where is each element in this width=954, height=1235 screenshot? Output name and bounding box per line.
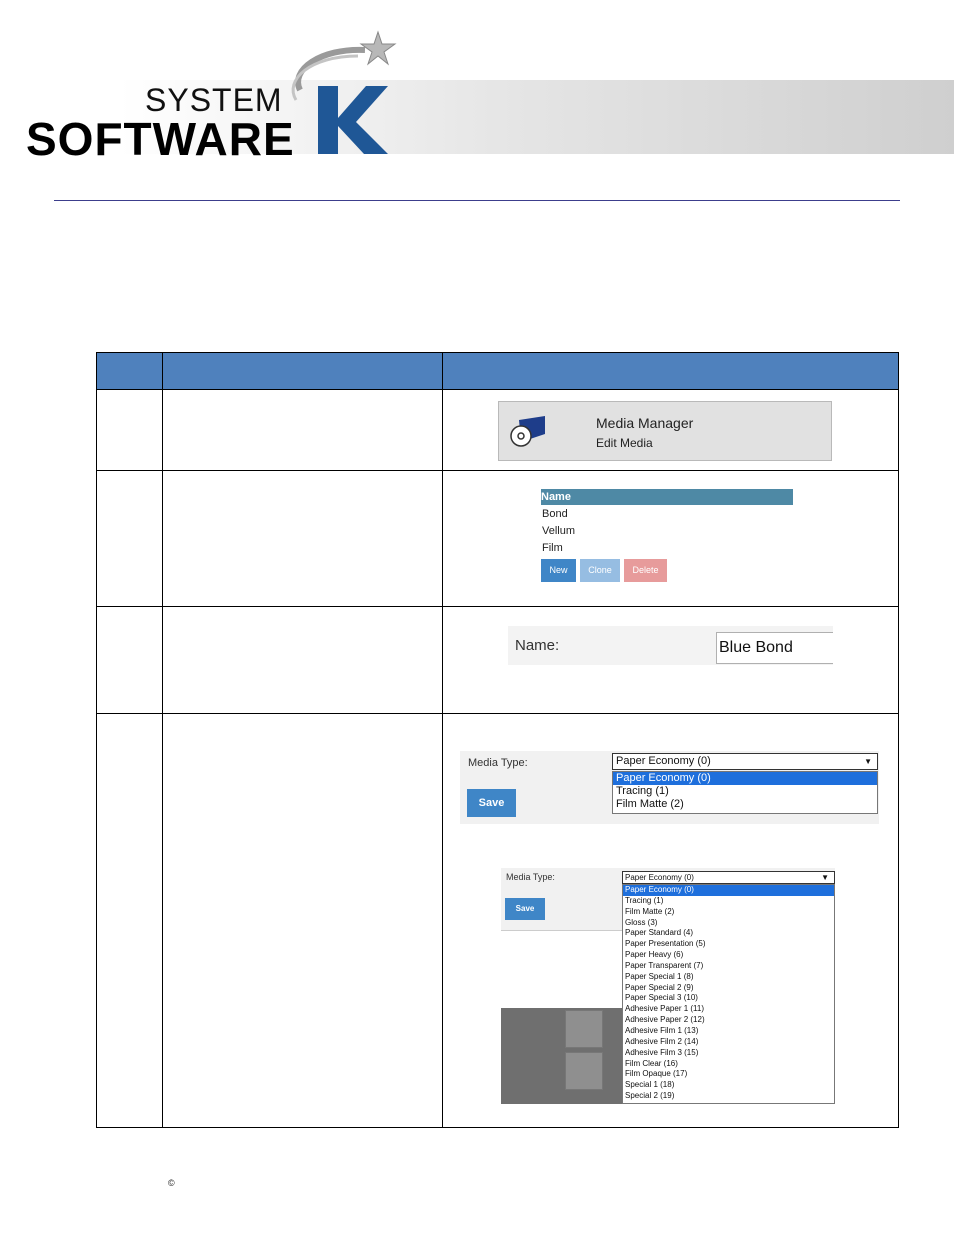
new-button[interactable]: New	[541, 559, 576, 582]
copyright-symbol: ©	[168, 1178, 175, 1188]
option-item[interactable]: Adhesive Paper 1 (11)	[623, 1004, 834, 1015]
option-item[interactable]: Adhesive Film 2 (14)	[623, 1037, 834, 1048]
media-type-label: Media Type:	[506, 872, 555, 882]
selected-value: Paper Economy (0)	[625, 873, 694, 882]
option-item[interactable]: Paper Special 1 (8)	[623, 972, 834, 983]
option-item[interactable]: Film Matte (2)	[613, 798, 877, 811]
media-type-select[interactable]: Paper Economy (0) ▼	[622, 871, 835, 884]
option-item[interactable]: Film Clear (16)	[623, 1059, 834, 1070]
option-item[interactable]: Paper Economy (0)	[623, 885, 834, 896]
option-item[interactable]: Film Matte (2)	[623, 907, 834, 918]
dropdown-caret-icon: ▼	[864, 757, 872, 766]
row-divider	[97, 389, 898, 390]
row-divider	[97, 470, 898, 471]
media-type-panel-full: Media Type: Save Paper Economy (0) ▼ Pap…	[501, 868, 835, 1104]
clone-button[interactable]: Clone	[580, 559, 620, 582]
save-button[interactable]: Save	[505, 898, 545, 920]
dropdown-caret-icon: ▼	[821, 873, 829, 882]
logo-software-text: SOFTWARE	[26, 113, 295, 165]
media-type-panel: Media Type: Paper Economy (0) ▼ Paper Ec…	[460, 751, 879, 824]
option-item[interactable]: Adhesive Paper 2 (12)	[623, 1015, 834, 1026]
delete-button[interactable]: Delete	[624, 559, 667, 582]
media-type-label: Media Type:	[468, 757, 528, 769]
option-item[interactable]: Paper Special 2 (9)	[623, 983, 834, 994]
name-column-header: Name	[541, 489, 793, 505]
name-label: Name:	[515, 637, 560, 654]
option-item[interactable]: Paper Economy (0)	[613, 772, 877, 785]
option-item[interactable]: Paper Special 3 (10)	[623, 993, 834, 1004]
option-item[interactable]: Adhesive Film 3 (15)	[623, 1048, 834, 1059]
printer-envelope-icon[interactable]	[565, 1010, 603, 1048]
save-button[interactable]: Save	[467, 789, 516, 817]
media-type-select[interactable]: Paper Economy (0) ▼	[612, 753, 878, 770]
option-item[interactable]: Gloss (3)	[623, 918, 834, 929]
option-item[interactable]: Adhesive Film 1 (13)	[623, 1026, 834, 1037]
name-field-row: Name: Blue Bond	[508, 626, 833, 665]
name-input[interactable]: Blue Bond	[716, 632, 833, 664]
media-type-options: Paper Economy (0) Tracing (1) Film Matte…	[622, 884, 835, 1104]
tile-title: Media Manager	[596, 415, 694, 431]
media-roll-icon	[510, 416, 545, 447]
option-item[interactable]: Film Opaque (17)	[623, 1069, 834, 1080]
table-header	[97, 353, 898, 389]
fax-envelope-icon[interactable]	[565, 1052, 603, 1090]
option-item[interactable]: Paper Presentation (5)	[623, 939, 834, 950]
logo-k-mark	[291, 30, 397, 154]
row-divider	[97, 713, 898, 714]
option-item[interactable]: Tracing (1)	[613, 785, 877, 798]
media-type-options: Paper Economy (0) Tracing (1) Film Matte…	[612, 771, 878, 814]
header-rule	[54, 200, 900, 201]
option-item[interactable]: Paper Heavy (6)	[623, 950, 834, 961]
row-divider	[97, 606, 898, 607]
tile-subtitle: Edit Media	[596, 436, 653, 450]
list-item[interactable]: Bond	[542, 508, 568, 520]
media-manager-tile[interactable]: Media Manager Edit Media	[498, 401, 832, 461]
list-item[interactable]: Vellum	[542, 525, 575, 537]
selected-value: Paper Economy (0)	[616, 755, 711, 767]
option-item[interactable]: Paper Transparent (7)	[623, 961, 834, 972]
option-item[interactable]: Paper Standard (4)	[623, 928, 834, 939]
option-item[interactable]: Tracing (1)	[623, 896, 834, 907]
option-item[interactable]: Special 1 (18)	[623, 1080, 834, 1091]
option-item[interactable]: Special 2 (19)	[623, 1091, 834, 1102]
list-item[interactable]: Film	[542, 542, 563, 554]
